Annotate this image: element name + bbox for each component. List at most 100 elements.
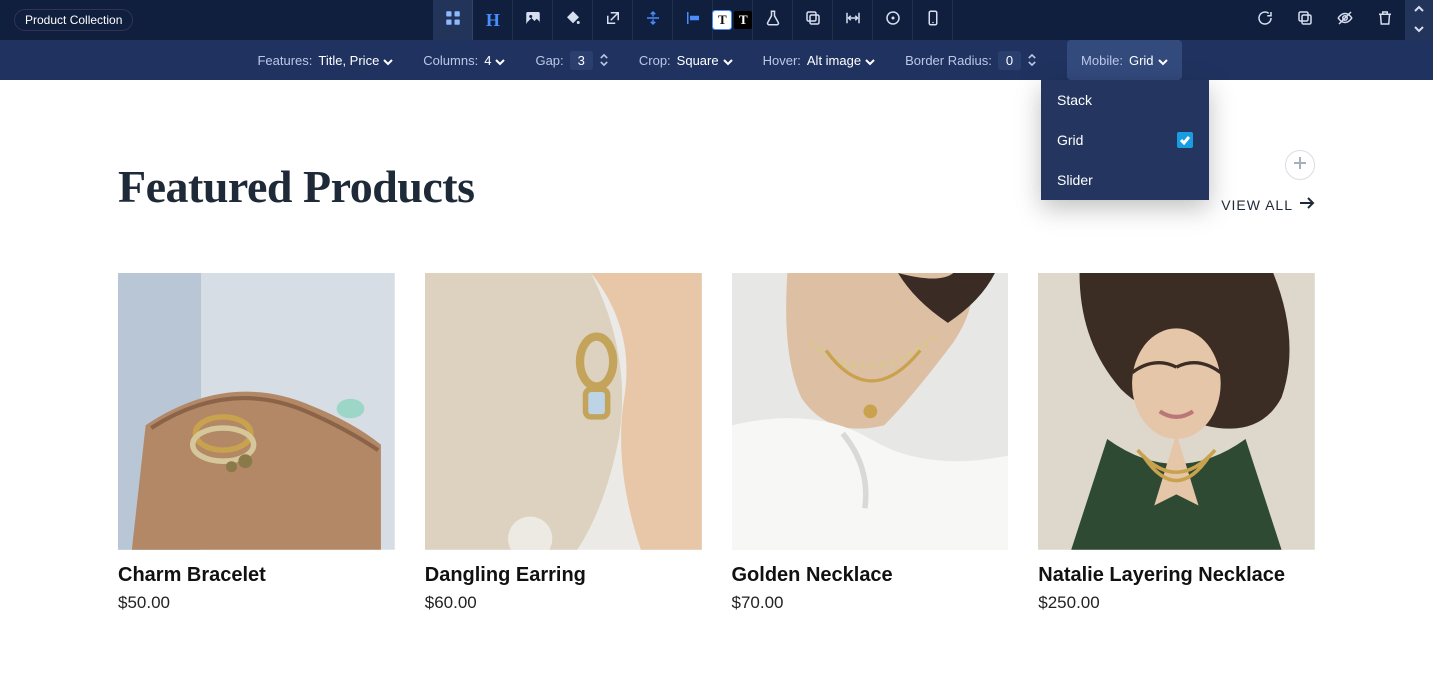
mobile-select[interactable]: Mobile: Grid xyxy=(1067,40,1181,80)
chevron-up-icon xyxy=(1027,54,1037,60)
chevron-down-icon xyxy=(1158,55,1168,65)
chevron-up-icon xyxy=(599,54,609,60)
open-external-button[interactable] xyxy=(593,0,633,40)
add-section-button[interactable] xyxy=(1285,150,1315,180)
product-price: $50.00 xyxy=(118,593,395,613)
align-left-icon xyxy=(684,9,702,32)
copy-icon xyxy=(804,9,822,32)
align-left-button[interactable] xyxy=(673,0,713,40)
mobile-option-grid[interactable]: Grid xyxy=(1041,120,1209,160)
move-down-button[interactable] xyxy=(1405,20,1433,40)
product-card[interactable]: Golden Necklace $70.00 xyxy=(732,273,1009,613)
visibility-button[interactable] xyxy=(1325,0,1365,40)
mobile-label: Mobile: xyxy=(1081,53,1123,68)
product-title: Natalie Layering Necklace xyxy=(1038,564,1315,587)
product-image xyxy=(425,273,702,550)
align-vertical-icon xyxy=(644,9,662,32)
features-value: Title, Price xyxy=(318,53,379,68)
radius-stepper[interactable] xyxy=(1027,54,1037,67)
product-title: Golden Necklace xyxy=(732,564,1009,587)
heading-button[interactable]: H xyxy=(473,0,513,40)
mobile-dropdown: Stack Grid Slider xyxy=(1041,80,1209,200)
mobile-preview-button[interactable] xyxy=(913,0,953,40)
background-color-button[interactable] xyxy=(553,0,593,40)
toolbar-icons: H T T xyxy=(433,0,953,40)
reorder-arrows[interactable] xyxy=(1405,0,1433,40)
product-card[interactable]: Dangling Earring $60.00 xyxy=(425,273,702,613)
grid-layout-button[interactable] xyxy=(433,0,473,40)
align-vertical-button[interactable] xyxy=(633,0,673,40)
crop-label: Crop: xyxy=(639,53,671,68)
delete-button[interactable] xyxy=(1365,0,1405,40)
trash-icon xyxy=(1376,9,1394,32)
arrow-right-icon xyxy=(1299,196,1315,213)
chevron-down-icon xyxy=(1027,61,1037,67)
move-up-button[interactable] xyxy=(1405,0,1433,20)
columns-select[interactable]: Columns: 4 xyxy=(423,53,505,68)
chevron-up-icon xyxy=(1414,1,1424,19)
width-button[interactable] xyxy=(833,0,873,40)
view-all-link[interactable]: VIEW ALL xyxy=(1221,196,1315,213)
chevron-down-icon xyxy=(495,55,505,65)
heading-icon: H xyxy=(486,10,500,31)
features-label: Features: xyxy=(257,53,312,68)
width-icon xyxy=(844,9,862,32)
section-title[interactable]: Featured Products xyxy=(118,160,475,213)
product-image xyxy=(118,273,395,550)
options-bar: Features: Title, Price Columns: 4 Gap: 3… xyxy=(0,40,1433,80)
target-icon xyxy=(884,9,902,32)
copy-button[interactable] xyxy=(793,0,833,40)
crop-select[interactable]: Crop: Square xyxy=(639,53,733,68)
right-toolbar xyxy=(1245,0,1433,40)
border-radius-input[interactable]: Border Radius: 0 xyxy=(905,51,1037,70)
gap-stepper[interactable] xyxy=(599,54,609,67)
gap-input[interactable]: Gap: 3 xyxy=(535,51,608,70)
mobile-option-label: Stack xyxy=(1057,92,1092,108)
text-style-toggle[interactable]: T T xyxy=(713,0,753,40)
product-price: $250.00 xyxy=(1038,593,1315,613)
flask-icon xyxy=(764,9,782,32)
check-icon xyxy=(1177,132,1193,148)
image-icon xyxy=(524,9,542,32)
top-toolbar: Product Collection H xyxy=(0,0,1433,40)
image-button[interactable] xyxy=(513,0,553,40)
gap-value[interactable]: 3 xyxy=(570,51,593,70)
hover-label: Hover: xyxy=(763,53,801,68)
chevron-down-icon xyxy=(599,61,609,67)
experiment-button[interactable] xyxy=(753,0,793,40)
eye-off-icon xyxy=(1336,9,1354,32)
border-radius-value[interactable]: 0 xyxy=(998,51,1021,70)
product-card[interactable]: Charm Bracelet $50.00 xyxy=(118,273,395,613)
phone-icon xyxy=(924,9,942,32)
gap-label: Gap: xyxy=(535,53,563,68)
target-button[interactable] xyxy=(873,0,913,40)
product-title: Charm Bracelet xyxy=(118,564,395,587)
block-type-label[interactable]: Product Collection xyxy=(14,9,133,31)
plus-icon xyxy=(1293,156,1307,175)
product-price: $70.00 xyxy=(732,593,1009,613)
text-light-icon: T xyxy=(713,11,731,29)
product-card[interactable]: Natalie Layering Necklace $250.00 xyxy=(1038,273,1315,613)
chevron-down-icon xyxy=(383,55,393,65)
open-external-icon xyxy=(604,9,622,32)
page-canvas: Featured Products VIEW ALL xyxy=(0,80,1433,613)
duplicate-button[interactable] xyxy=(1285,0,1325,40)
refresh-icon xyxy=(1256,9,1274,32)
chevron-down-icon xyxy=(723,55,733,65)
hover-select[interactable]: Hover: Alt image xyxy=(763,53,876,68)
refresh-button[interactable] xyxy=(1245,0,1285,40)
features-select[interactable]: Features: Title, Price xyxy=(257,53,393,68)
chevron-down-icon xyxy=(865,55,875,65)
view-all-label: VIEW ALL xyxy=(1221,197,1293,213)
mobile-value: Grid xyxy=(1129,53,1154,68)
crop-value: Square xyxy=(677,53,719,68)
columns-value: 4 xyxy=(484,53,491,68)
product-price: $60.00 xyxy=(425,593,702,613)
mobile-option-slider[interactable]: Slider xyxy=(1041,160,1209,200)
mobile-option-stack[interactable]: Stack xyxy=(1041,80,1209,120)
mobile-option-label: Grid xyxy=(1057,132,1083,148)
hover-value: Alt image xyxy=(807,53,861,68)
mobile-option-label: Slider xyxy=(1057,172,1093,188)
paint-bucket-icon xyxy=(564,9,582,32)
border-radius-label: Border Radius: xyxy=(905,53,992,68)
